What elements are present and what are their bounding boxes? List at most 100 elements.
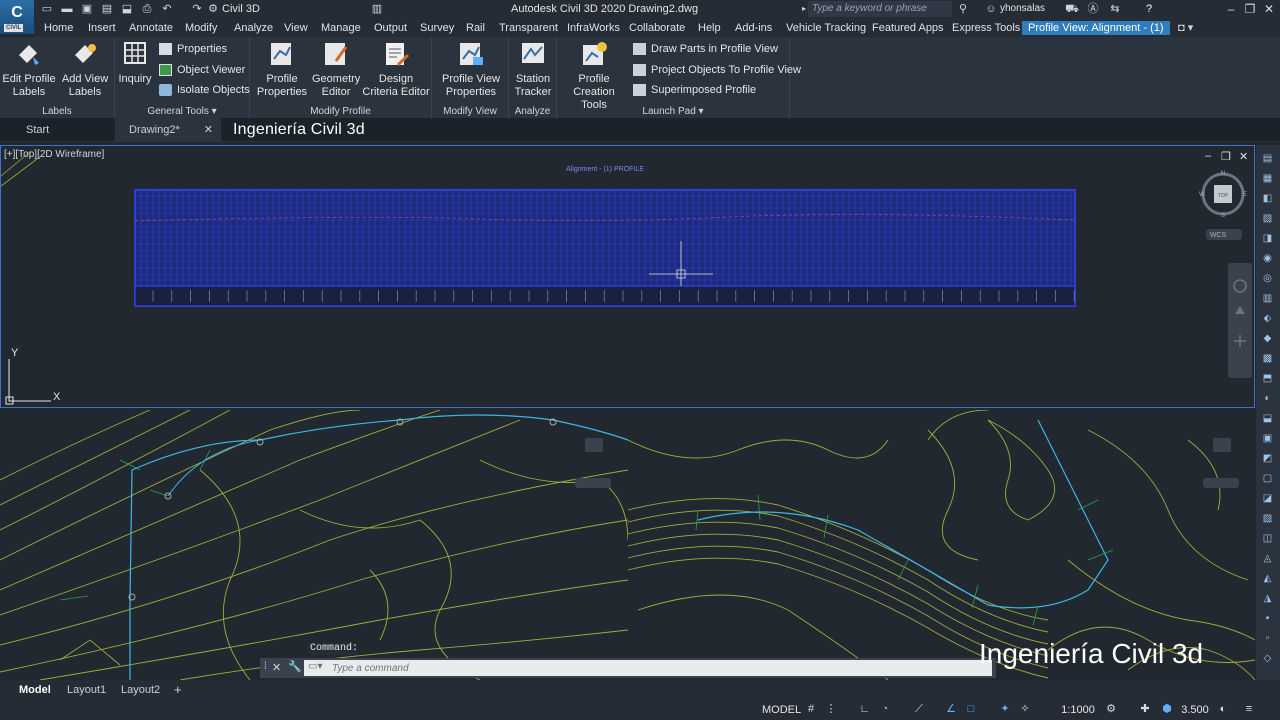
palette-tool-icon[interactable]: ◇ (1261, 653, 1274, 665)
palette-tool-icon[interactable]: ◎ (1261, 273, 1274, 285)
application-menu-button[interactable]: C CIVIL (0, 0, 34, 34)
alignment-left[interactable] (129, 414, 628, 680)
inquiry-button[interactable]: Inquiry (117, 41, 153, 86)
palette-tool-icon[interactable]: ▢ (1261, 473, 1274, 485)
palette-tool-icon[interactable]: ▩ (1261, 353, 1274, 365)
palette-tool-icon[interactable]: ◨ (1261, 233, 1274, 245)
palette-tool-icon[interactable]: ◫ (1261, 533, 1274, 545)
geometry-editor-button[interactable]: Geometry Editor (312, 41, 360, 99)
workspace-gear-icon[interactable]: ⚙ (206, 2, 220, 16)
panel-title-launch-pad[interactable]: Launch Pad ▾ (557, 106, 789, 117)
tab-express-tools[interactable]: Express Tools (952, 21, 1020, 35)
minimize-window-button[interactable]: – (1222, 1, 1240, 17)
layout-tab-layout2[interactable]: Layout2 (121, 682, 160, 698)
palette-tool-icon[interactable]: ▧ (1261, 213, 1274, 225)
palette-tool-icon[interactable]: ◉ (1261, 253, 1274, 265)
a360-icon[interactable]: Ⓐ (1086, 2, 1100, 16)
open-file-icon[interactable]: ▬ (60, 2, 74, 16)
layout-tab-model[interactable]: Model (19, 682, 51, 698)
new-file-icon[interactable]: ▭ (40, 2, 54, 16)
wcs-menu-right[interactable] (1203, 478, 1239, 488)
undo-icon[interactable]: ↶ (160, 2, 174, 16)
tab-modify[interactable]: Modify (185, 21, 217, 35)
palette-tool-icon[interactable]: ⬖ (1261, 313, 1274, 325)
palette-tool-icon[interactable]: ▪ (1261, 613, 1274, 625)
tab-profile-view-contextual[interactable]: Profile View: Alignment - (1) (1022, 21, 1170, 35)
save-as-icon[interactable]: ▤ (100, 2, 114, 16)
superimposed-profile-button[interactable]: Superimposed Profile (633, 82, 756, 98)
panel-title-general-tools[interactable]: General Tools ▾ (115, 106, 249, 117)
viewport-plan-left[interactable] (0, 410, 628, 680)
palette-tool-icon[interactable]: ▦ (1261, 173, 1274, 185)
palette-tool-icon[interactable]: ◐ (1261, 393, 1274, 405)
palette-tool-icon[interactable]: ◬ (1261, 553, 1274, 565)
workspace-switch-icon[interactable]: ⚙ (1104, 702, 1118, 716)
profile-creation-tools-button[interactable]: Profile Creation Tools (559, 41, 629, 112)
palette-tool-icon[interactable]: ◆ (1261, 333, 1274, 345)
ribbon-options-icon[interactable]: ◘ ▾ (1178, 21, 1193, 35)
add-view-labels-button[interactable]: Add View Labels (60, 41, 110, 99)
palette-tool-icon[interactable]: ◧ (1261, 193, 1274, 205)
layout-tab-layout1[interactable]: Layout1 (67, 682, 106, 698)
tab-add-ins[interactable]: Add-ins (735, 21, 772, 35)
share-icon[interactable]: ▥ (370, 2, 384, 16)
profile-properties-button[interactable]: Profile Properties (254, 41, 310, 99)
print-icon[interactable]: ⎙ (140, 2, 154, 16)
polar-tracking-icon[interactable]: ◔ (878, 702, 892, 716)
palette-tool-icon[interactable]: ⬒ (1261, 373, 1274, 385)
help-icon[interactable]: ? (1142, 2, 1156, 16)
grid-icon[interactable]: # (804, 702, 818, 716)
tab-vehicle-tracking[interactable]: Vehicle Tracking (786, 21, 866, 35)
palette-tool-icon[interactable]: ▫ (1261, 633, 1274, 645)
viewcube-left[interactable] (585, 438, 603, 452)
wcs-menu-left[interactable] (575, 478, 611, 488)
tab-output[interactable]: Output (374, 21, 407, 35)
user-account-menu[interactable]: yhonsalas (1000, 3, 1045, 14)
edit-profile-labels-button[interactable]: Edit Profile Labels (2, 41, 56, 99)
tab-insert[interactable]: Insert (88, 21, 116, 35)
tab-transparent[interactable]: Transparent (499, 21, 558, 35)
object-snap-tracking-icon[interactable]: ∠ (944, 702, 958, 716)
project-objects-button[interactable]: Project Objects To Profile View (633, 62, 801, 78)
tab-featured-apps[interactable]: Featured Apps (872, 21, 944, 35)
search-icon[interactable]: ⚲ (956, 2, 970, 16)
cart-icon[interactable]: ⛟ (1065, 2, 1079, 16)
viewport-profile[interactable]: [+][Top][2D Wireframe] – ❐ ✕ Alignment -… (0, 145, 1255, 408)
palette-tool-icon[interactable]: ▥ (1261, 293, 1274, 305)
profile-view-properties-button[interactable]: Profile View Properties (436, 41, 506, 99)
palette-tool-icon[interactable]: ◩ (1261, 453, 1274, 465)
station-tracker-button[interactable]: Station Tracker (511, 41, 555, 99)
object-snap-icon[interactable]: □ (964, 702, 978, 716)
tab-rail[interactable]: Rail (466, 21, 485, 35)
palette-tool-icon[interactable]: ▣ (1261, 433, 1274, 445)
add-layout-icon[interactable]: + (174, 682, 182, 698)
viewcube-right[interactable] (1213, 438, 1231, 452)
close-window-button[interactable]: ✕ (1260, 1, 1278, 17)
palette-tool-icon[interactable]: ◮ (1261, 593, 1274, 605)
tab-infraworks[interactable]: InfraWorks (567, 21, 620, 35)
tab-survey[interactable]: Survey (420, 21, 454, 35)
annotation-scale-dropdown[interactable]: 1:1000 (1058, 702, 1098, 718)
restore-window-button[interactable]: ❐ (1241, 1, 1259, 17)
tab-manage[interactable]: Manage (321, 21, 361, 35)
draw-parts-button[interactable]: Draw Parts in Profile View (633, 41, 778, 57)
open-web-icon[interactable]: ⬓ (120, 2, 134, 16)
isolate-objects-button[interactable]: Isolate Objects (159, 82, 250, 98)
isolate-icon[interactable]: ◐ (1216, 702, 1230, 716)
connect-icon[interactable]: ⇆ (1108, 2, 1122, 16)
tab-home[interactable]: Home (44, 21, 73, 35)
command-input[interactable] (304, 660, 992, 676)
command-grip-icon[interactable]: ⁞ (264, 661, 267, 672)
design-criteria-editor-button[interactable]: Design Criteria Editor (362, 41, 430, 99)
object-viewer-button[interactable]: Object Viewer (159, 62, 245, 78)
snap-icon[interactable]: ⋮ (824, 702, 838, 716)
tab-analyze[interactable]: Analyze (234, 21, 273, 35)
workspace-dropdown[interactable]: Civil 3D (222, 2, 362, 17)
tab-collaborate[interactable]: Collaborate (629, 21, 685, 35)
command-customize-icon[interactable]: 🔧 (288, 660, 302, 673)
palette-tool-icon[interactable]: ◭ (1261, 573, 1274, 585)
tab-annotate[interactable]: Annotate (129, 21, 173, 35)
palette-tool-icon[interactable]: ⬓ (1261, 413, 1274, 425)
tab-help[interactable]: Help (698, 21, 721, 35)
save-icon[interactable]: ▣ (80, 2, 94, 16)
